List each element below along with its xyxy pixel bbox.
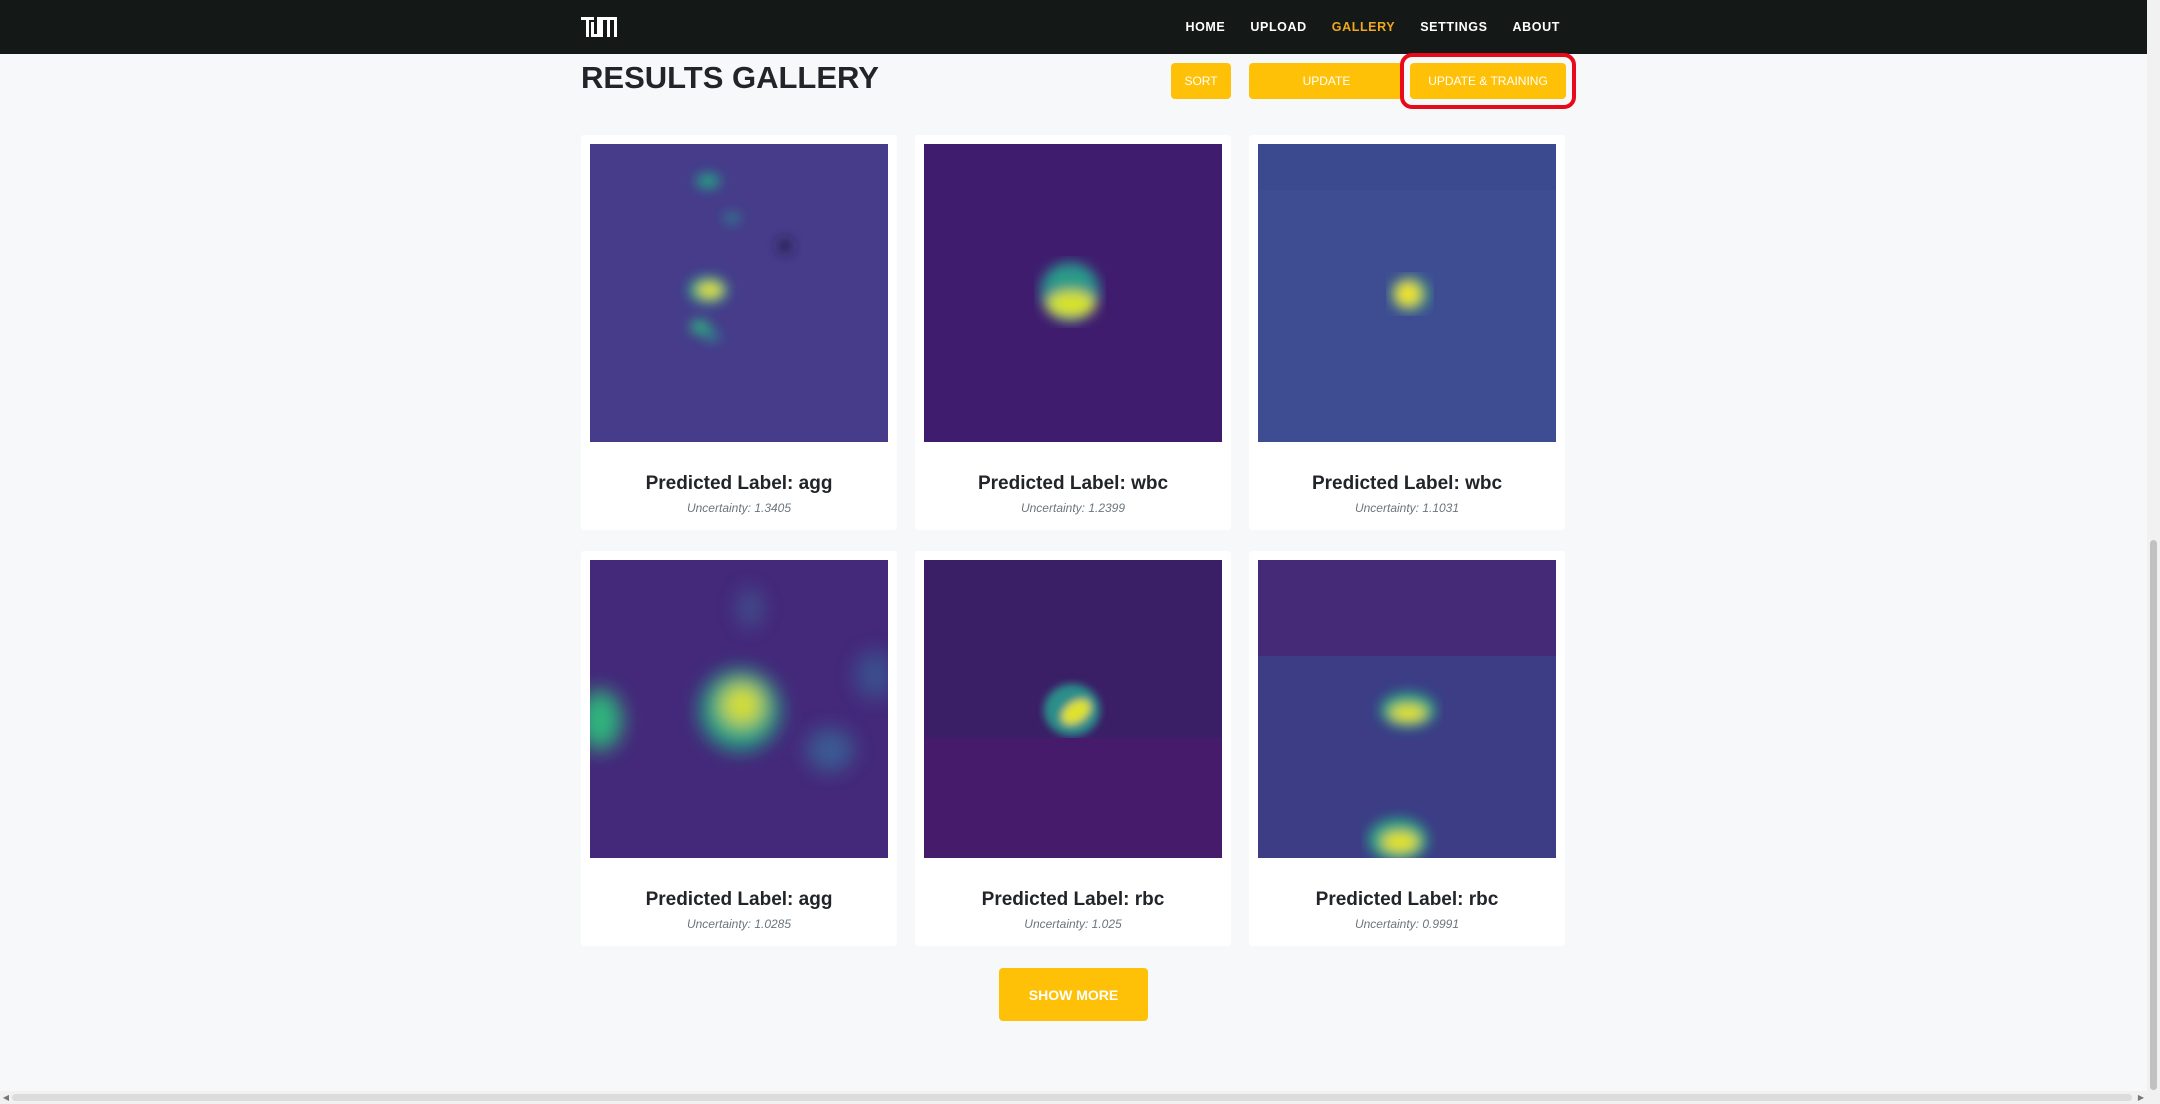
uncertainty-value: Uncertainty: 0.9991 <box>1354 917 1460 931</box>
gallery-card[interactable]: Predicted Label: wbc Uncertainty: 1.1031 <box>1249 135 1565 530</box>
nav-links: HOME UPLOAD GALLERY SETTINGS ABOUT <box>1185 0 1560 54</box>
predicted-label: Predicted Label: wbc <box>977 473 1169 494</box>
cell-image <box>590 144 888 442</box>
cell-image <box>924 560 1222 858</box>
nav-settings[interactable]: SETTINGS <box>1420 20 1487 34</box>
horizontal-scrollbar[interactable]: ◀ ▶ <box>0 1091 2147 1104</box>
cell-image <box>924 144 1222 442</box>
page-title: RESULTS GALLERY <box>581 60 879 95</box>
nav-home[interactable]: HOME <box>1185 20 1225 34</box>
vertical-scrollbar[interactable] <box>2147 0 2160 1104</box>
top-navbar: HOME UPLOAD GALLERY SETTINGS ABOUT <box>0 0 2147 54</box>
vertical-scrollbar-thumb[interactable] <box>2150 540 2157 1090</box>
predicted-label: Predicted Label: agg <box>645 889 833 910</box>
predicted-label: Predicted Label: agg <box>645 473 833 494</box>
cell-image <box>1258 560 1556 858</box>
uncertainty-value: Uncertainty: 1.1031 <box>1354 501 1460 515</box>
gallery-card[interactable]: Predicted Label: agg Uncertainty: 1.0285 <box>581 551 897 946</box>
sort-button[interactable]: SORT <box>1171 63 1231 99</box>
cell-image <box>590 560 888 858</box>
nav-upload[interactable]: UPLOAD <box>1250 20 1306 34</box>
predicted-label: Predicted Label: rbc <box>1315 889 1499 910</box>
nav-gallery[interactable]: GALLERY <box>1332 20 1395 34</box>
uncertainty-value: Uncertainty: 1.025 <box>1024 917 1122 931</box>
gallery-card[interactable]: Predicted Label: rbc Uncertainty: 0.9991 <box>1249 551 1565 946</box>
gallery-card[interactable]: Predicted Label: agg Uncertainty: 1.3405 <box>581 135 897 530</box>
horizontal-scrollbar-thumb[interactable] <box>12 1094 2132 1101</box>
update-training-button[interactable]: UPDATE & TRAINING <box>1410 63 1566 99</box>
tum-logo[interactable] <box>581 17 617 37</box>
predicted-label: Predicted Label: rbc <box>981 889 1165 910</box>
scroll-right-icon[interactable]: ▶ <box>2135 1091 2147 1104</box>
uncertainty-value: Uncertainty: 1.3405 <box>686 501 792 515</box>
nav-about[interactable]: ABOUT <box>1513 20 1560 34</box>
cell-image <box>1258 144 1556 442</box>
uncertainty-value: Uncertainty: 1.2399 <box>1020 501 1126 515</box>
uncertainty-value: Uncertainty: 1.0285 <box>686 917 792 931</box>
predicted-label: Predicted Label: wbc <box>1311 473 1503 494</box>
update-button[interactable]: UPDATE <box>1249 63 1404 99</box>
gallery-card[interactable]: Predicted Label: rbc Uncertainty: 1.025 <box>915 551 1231 946</box>
gallery-card[interactable]: Predicted Label: wbc Uncertainty: 1.2399 <box>915 135 1231 530</box>
show-more-button[interactable]: SHOW MORE <box>999 968 1148 1021</box>
scroll-left-icon[interactable]: ◀ <box>0 1091 12 1104</box>
